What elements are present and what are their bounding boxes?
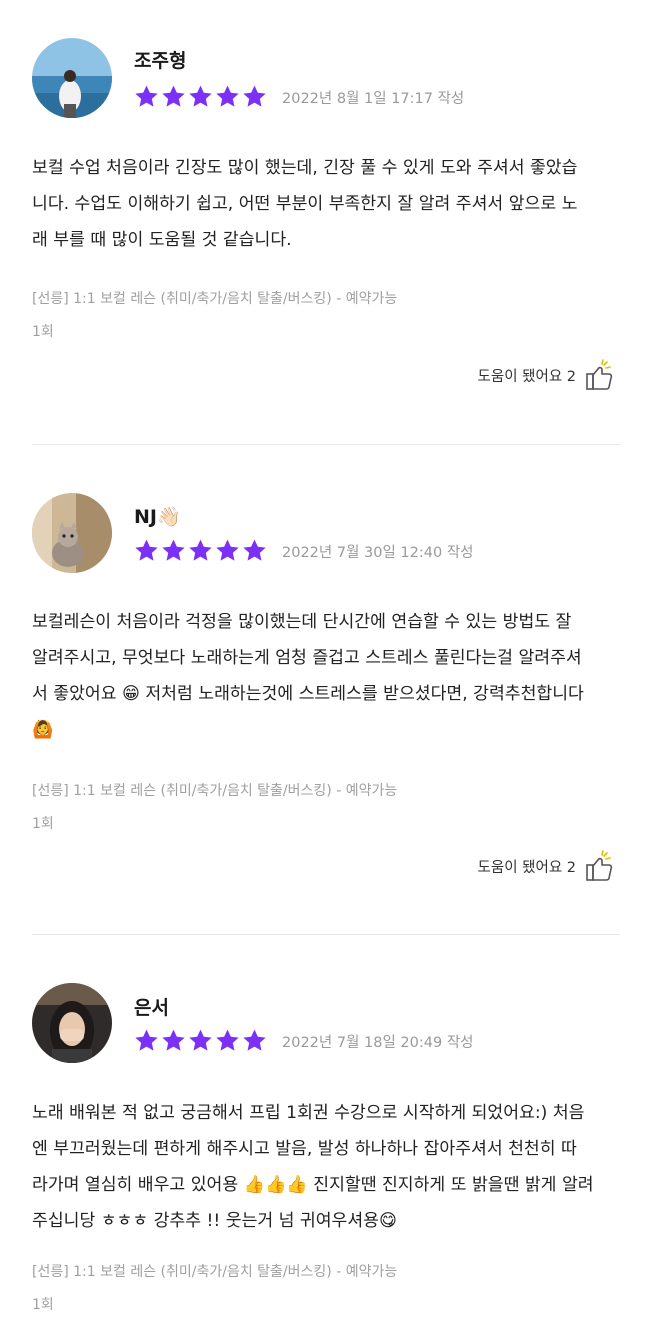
reviewer-name: 은서: [134, 997, 169, 1019]
helpful-button[interactable]: 도움이 됐어요 2: [478, 849, 616, 883]
star-icon: [243, 539, 266, 561]
product-option: [선릉] 1:1 보컬 레슨 (취미/축가/음치 탈출/버스킹) - 예약가능: [32, 1264, 398, 1280]
star-icon: [243, 1029, 266, 1051]
review-text-line: 보컬 수업 처음이라 긴장도 많이 했는데, 긴장 풀 수 있게 도와 주셔서 …: [32, 158, 578, 178]
review-text-line: 노래 배워본 적 없고 궁금해서 프립 1회권 수강으로 시작하게 되었어요:)…: [32, 1103, 585, 1123]
helpful-label: 도움이 됐어요 2: [477, 368, 576, 385]
star-rating: [134, 1028, 267, 1053]
review-text-line: 알려주시고, 무엇보다 노래하는게 엄청 즐겁고 스트레스 풀린다는걸 알려주셔: [32, 648, 582, 668]
review-text: 보컬 수업 처음이라 긴장도 많이 했는데, 긴장 풀 수 있게 도와 주셔서 …: [32, 150, 620, 258]
review-text-line: 주십니당 ㅎㅎㅎ 강추추 !! 웃는거 넘 귀여우셔용😋: [32, 1211, 397, 1231]
review-date: 2022년 7월 30일 12:40 작성: [282, 545, 474, 561]
star-icon: [216, 539, 239, 561]
session-count: 1회: [32, 324, 54, 340]
helpful-label: 도움이 됐어요 2: [477, 859, 576, 876]
thumbs-up-icon: [586, 359, 613, 390]
star-icon: [135, 1029, 158, 1051]
star-icon: [189, 539, 212, 561]
star-rating: [134, 538, 267, 563]
session-count: 1회: [32, 816, 54, 832]
star-icon: [162, 539, 185, 561]
star-icon: [189, 85, 212, 107]
product-option: [선릉] 1:1 보컬 레슨 (취미/축가/음치 탈출/버스킹) - 예약가능: [32, 291, 398, 307]
star-icon: [162, 1029, 185, 1051]
review-date: 2022년 7월 18일 20:49 작성: [282, 1035, 474, 1051]
star-icon: [216, 1029, 239, 1051]
star-icon: [189, 1029, 212, 1051]
avatar[interactable]: [32, 983, 112, 1063]
review-text-line: 🙆: [32, 720, 54, 740]
session-count: 1회: [32, 1297, 54, 1313]
avatar[interactable]: [32, 38, 112, 118]
product-option: [선릉] 1:1 보컬 레슨 (취미/축가/음치 탈출/버스킹) - 예약가능: [32, 783, 398, 799]
review-text-line: 라가며 열심히 배우고 있어용 👍👍👍 진지할땐 진지하게 또 밝을땐 밝게 알…: [32, 1175, 594, 1195]
review-card: 조주형 2022년 8월 1일 17:17 작성 보컬 수업 처음이라 긴장도 …: [0, 0, 652, 445]
review-text: 노래 배워본 적 없고 궁금해서 프립 1회권 수강으로 시작하게 되었어요:)…: [32, 1095, 620, 1239]
review-card: 은서 2022년 7월 18일 20:49 작성 노래 배워본 적 없고 궁금해…: [0, 935, 652, 1337]
reviewer-name: 조주형: [134, 50, 187, 72]
avatar[interactable]: [32, 493, 112, 573]
review-text-line: 엔 부끄러웠는데 편하게 해주시고 발음, 발성 하나하나 잡아주셔서 천천히 …: [32, 1139, 577, 1159]
review-text: 보컬레슨이 처음이라 걱정을 많이했는데 단시간에 연습할 수 있는 방법도 잘…: [32, 604, 620, 748]
star-icon: [216, 85, 239, 107]
star-icon: [243, 85, 266, 107]
helpful-button[interactable]: 도움이 됐어요 2: [478, 358, 616, 392]
review-card: NJ👋🏻 2022년 7월 30일 12:40 작성 보컬레슨이 처음이라 걱정…: [0, 445, 652, 935]
review-text-line: 보컬레슨이 처음이라 걱정을 많이했는데 단시간에 연습할 수 있는 방법도 잘: [32, 612, 572, 632]
star-rating: [134, 84, 267, 109]
star-icon: [162, 85, 185, 107]
star-icon: [135, 539, 158, 561]
thumbs-up-icon: [586, 850, 613, 881]
review-text-line: 서 좋았어요 😁 저처럼 노래하는것에 스트레스를 받으셨다면, 강력추천합니다: [32, 684, 584, 704]
star-icon: [135, 85, 158, 107]
review-text-line: 래 부를 때 많이 도움될 것 같습니다.: [32, 230, 292, 250]
reviewer-name: NJ👋🏻: [134, 506, 181, 528]
review-date: 2022년 8월 1일 17:17 작성: [282, 91, 465, 107]
review-text-line: 니다. 수업도 이해하기 쉽고, 어떤 부분이 부족한지 잘 알려 주셔서 앞으…: [32, 194, 578, 214]
